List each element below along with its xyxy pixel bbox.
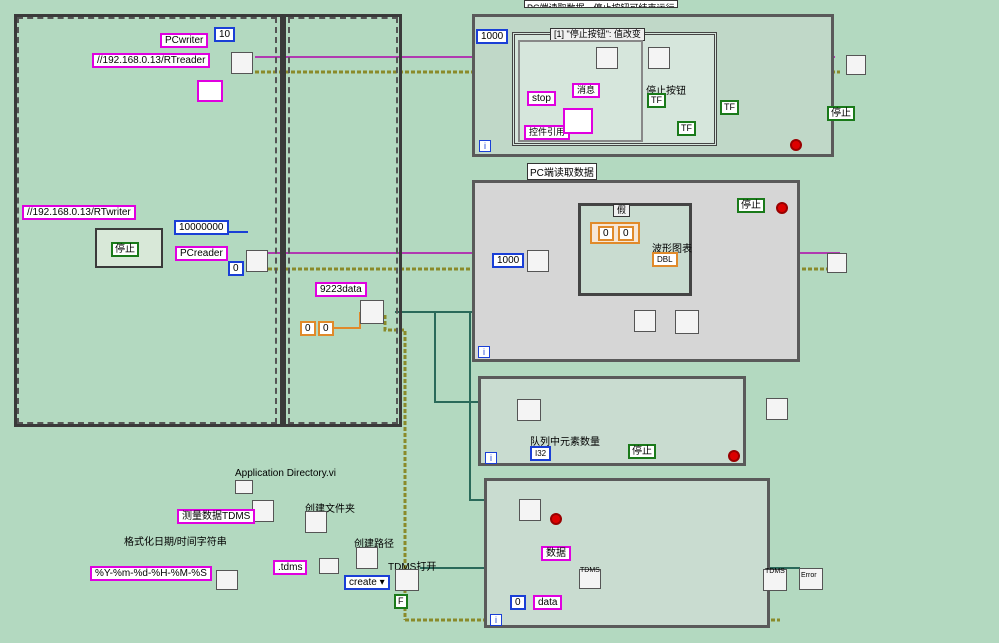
dbl-terminal[interactable]: DBL (652, 252, 678, 267)
num-10000000-constant[interactable]: 10000000 (174, 220, 229, 235)
error-handler-label: Error (801, 572, 817, 579)
pcwriter-string[interactable]: PCwriter (160, 33, 209, 48)
iteration-terminal-top: i (479, 140, 491, 152)
queue-status-loop (478, 376, 746, 466)
app-directory-icon[interactable] (235, 480, 253, 494)
error-handler-icon[interactable] (675, 310, 699, 334)
top-loop-title: PC端读取数据，停止按钮可结束运行 (524, 0, 678, 8)
message-label: 消息 (572, 83, 601, 98)
app-directory-label: Application Directory.vi (235, 468, 336, 479)
loop-stop-terminal-read[interactable] (776, 202, 788, 214)
dequeue-element-icon[interactable] (519, 499, 541, 521)
false-constant[interactable]: F (394, 594, 408, 609)
create-enum-constant[interactable]: create ▾ (344, 575, 390, 590)
tf-constant-3[interactable]: TF (677, 121, 696, 136)
tdms-open-icon[interactable] (395, 569, 419, 591)
read-stream-icon[interactable] (527, 250, 549, 272)
rtwriter-url-string[interactable]: //192.168.0.13/RTwriter (22, 205, 136, 220)
open-stream-node-icon[interactable] (231, 52, 253, 74)
create-enum-label: create (349, 577, 377, 588)
pcreader-string[interactable]: PCreader (175, 246, 228, 261)
build-path-2-icon[interactable] (356, 547, 378, 569)
tdms-close-label: TDMS (765, 568, 785, 575)
stop-control-queue[interactable]: 停止 (628, 444, 656, 459)
zero-array: 0 0 (590, 222, 640, 244)
iteration-terminal-read: i (478, 346, 490, 358)
sequence-frame-inner-right (288, 17, 398, 424)
tf-constant-2[interactable]: TF (720, 100, 739, 115)
format-date-label: 格式化日期/时间字符串 (124, 537, 227, 548)
get-queue-status-icon[interactable] (517, 399, 541, 421)
format-datetime-icon[interactable] (216, 570, 238, 590)
property-node-icon[interactable] (596, 47, 618, 69)
zero-b-constant[interactable]: 0 (318, 321, 334, 336)
data-string[interactable]: data (533, 595, 563, 610)
iteration-terminal-queue: i (485, 452, 497, 464)
stop-string[interactable]: stop (527, 91, 556, 106)
tdms-write-label: TDMS (580, 567, 600, 574)
format-string[interactable]: %Y-%m-%d-%H-%M-%S (90, 566, 212, 581)
open-stream-node-2-icon[interactable] (246, 250, 268, 272)
num-10-constant[interactable]: 10 (214, 27, 236, 42)
release-queue-icon[interactable] (766, 398, 788, 420)
zero-a-constant[interactable]: 0 (300, 321, 316, 336)
num-0-constant[interactable]: 0 (228, 261, 244, 276)
close-stream-icon[interactable] (827, 253, 847, 273)
concat-string-icon[interactable] (319, 558, 339, 574)
stop-control[interactable]: 停止 (111, 242, 139, 257)
create-folder-icon[interactable] (305, 511, 327, 533)
stream-ref-icon[interactable] (197, 80, 223, 102)
loop-stop-terminal-queue[interactable] (728, 450, 740, 462)
inner-sequence-stop: 停止 (95, 228, 163, 268)
data-channel-label: 数据 (541, 546, 571, 561)
control-ref-icon[interactable] (563, 108, 593, 134)
i32-indicator[interactable]: I32 (530, 446, 552, 461)
read-timeout-1000[interactable]: 1000 (492, 253, 525, 268)
zero-1-constant[interactable]: 0 (598, 226, 614, 241)
stop-indicator-read[interactable]: 停止 (737, 198, 765, 213)
enqueue-element-icon[interactable] (634, 310, 656, 332)
timeout-1000-constant[interactable]: 1000 (476, 29, 509, 44)
tdms-extension-string[interactable]: .tdms (273, 560, 308, 575)
unbundle-icon[interactable] (648, 47, 670, 69)
rtreader-url-string[interactable]: //192.168.0.13/RTreader (92, 53, 211, 68)
loop-stop-terminal-top[interactable] (790, 139, 802, 151)
zero-2-constant[interactable]: 0 (618, 226, 634, 241)
stop-indicator-top[interactable]: 停止 (827, 106, 855, 121)
close-reference-icon[interactable] (846, 55, 866, 75)
sequence-frame-inner-left (17, 17, 277, 424)
sequence-divider (280, 14, 286, 427)
measure-tdms-string[interactable]: 测量数据TDMS (177, 509, 256, 524)
read-loop-title: PC端读取数据 (527, 163, 597, 180)
stop-button-tf-terminal[interactable]: TF (647, 93, 666, 108)
zero-constant-tdms[interactable]: 0 (510, 595, 526, 610)
read-case-selector[interactable]: 假 (613, 204, 631, 217)
loop-stop-terminal-tdms[interactable] (550, 513, 562, 525)
obtain-queue-icon[interactable] (360, 300, 384, 324)
data9223-string[interactable]: 9223data (315, 282, 367, 297)
stop-label: 停止 (115, 244, 135, 255)
iteration-terminal-tdms: i (490, 614, 502, 626)
